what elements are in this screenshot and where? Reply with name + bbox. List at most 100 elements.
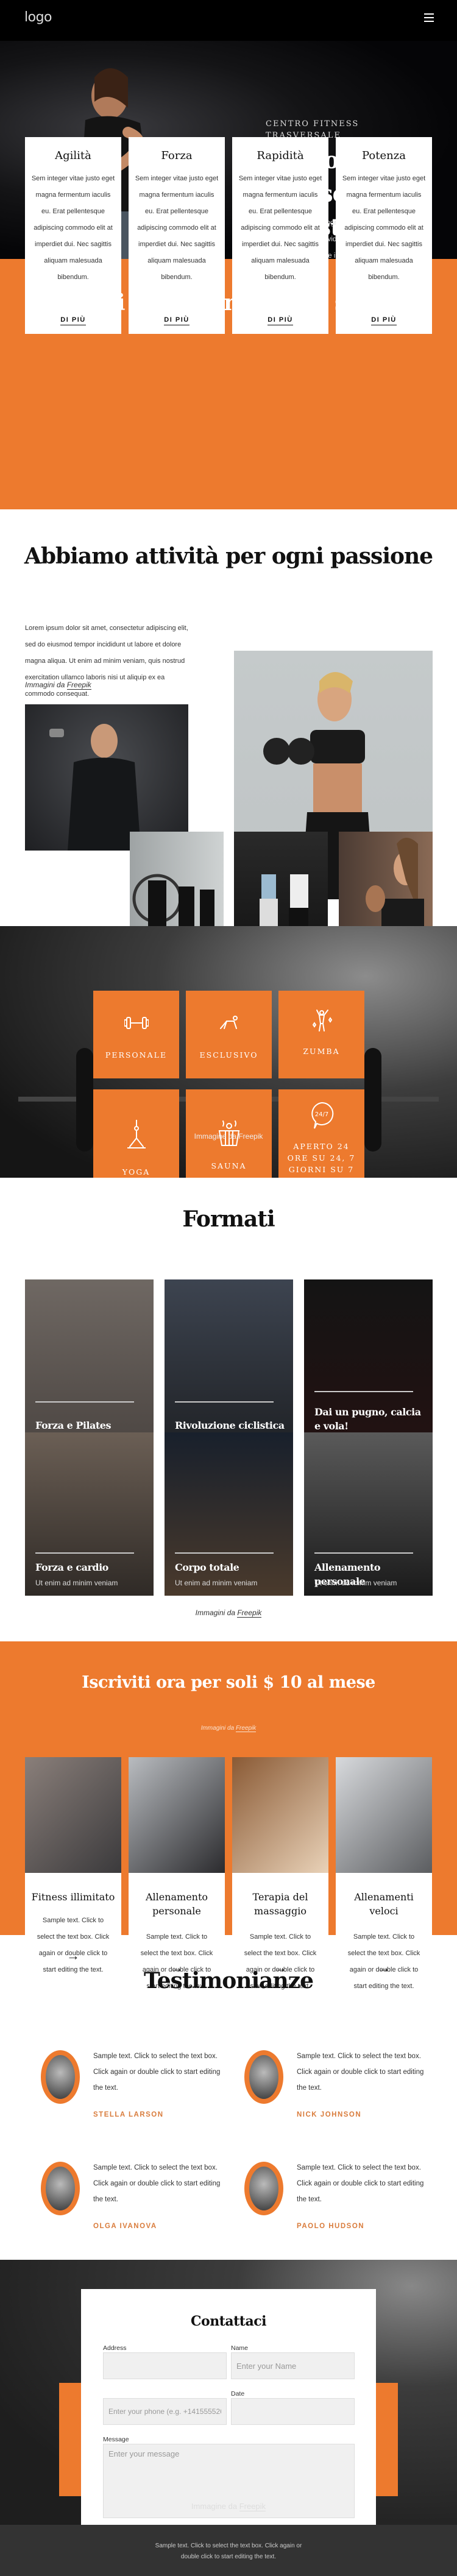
service-label: ESCLUSIVO — [199, 1050, 258, 1060]
phone-field[interactable] — [103, 2398, 227, 2425]
dumbbell-icon — [124, 1017, 149, 1029]
pricing-card-title: Allenamento personale — [145, 1891, 208, 1917]
address-label: Address — [103, 2344, 127, 2352]
service-tile-personale[interactable]: PERSONALE — [93, 991, 179, 1078]
format-title: Rivoluzione ciclistica — [175, 1420, 285, 1431]
learn-more-link[interactable]: DI PIÙ — [371, 316, 397, 325]
testimonial-author: STELLA LARSON — [93, 2111, 164, 2118]
service-label: YOGA — [122, 1167, 151, 1177]
format-title: Forza e cardio — [35, 1562, 108, 1573]
footer-text: Sample text. Click to select the text bo… — [155, 2542, 302, 2560]
contact-image-credit: Immagine da Freepik — [191, 2502, 266, 2511]
pricing-card: Allenamento personale Sample text. Click… — [129, 1757, 225, 1990]
testimonial-text: Sample text. Click to select the text bo… — [297, 2164, 424, 2203]
logo[interactable]: logo — [24, 10, 52, 25]
group-fitness-photo — [25, 1757, 121, 1873]
learn-more-link[interactable]: DI PIÙ — [60, 316, 86, 325]
activities-image-credit: Immagini da Freepik — [25, 681, 91, 690]
pricing-card-title: Fitness illimitato — [31, 1891, 115, 1903]
pricing-card-title: Allenamenti veloci — [354, 1891, 414, 1917]
site-header: logo — [0, 0, 457, 41]
benefit-card: Rapidità Sem integer vitae justo eget ma… — [232, 137, 328, 334]
message-label: Message — [103, 2436, 129, 2443]
avatar — [244, 2050, 283, 2104]
service-label: SAUNA — [211, 1161, 247, 1170]
avatar — [41, 2162, 80, 2215]
service-label: ZUMBA — [303, 1047, 340, 1056]
avatar — [244, 2162, 283, 2215]
service-tile-zumba[interactable]: ZUMBA — [278, 991, 364, 1078]
format-subtitle: Ut enim ad minim veniam — [35, 1579, 118, 1587]
learn-more-link[interactable]: DI PIÙ — [164, 316, 190, 325]
pricing-card: Terapia del massaggio Sample text. Click… — [232, 1757, 328, 1990]
benefit-text: Sem integer vitae justo eget magna ferme… — [238, 175, 322, 281]
freepik-link[interactable]: Freepik — [237, 1608, 262, 1618]
avatar — [41, 2050, 80, 2104]
pricing-card: Fitness illimitato Sample text. Click to… — [25, 1757, 121, 1988]
hamburger-menu-icon[interactable] — [424, 13, 434, 22]
trainer-man-photo — [25, 704, 188, 851]
pricing-card: Allenamenti veloci Sample text. Click to… — [336, 1757, 432, 1990]
benefit-text: Sem integer vitae justo eget magna ferme… — [135, 175, 219, 281]
dancer-icon — [312, 1010, 332, 1031]
testimonial-text: Sample text. Click to select the text bo… — [93, 2053, 221, 2092]
service-tile-esclusivo[interactable]: ESCLUSIVO — [186, 991, 272, 1078]
pushup-icon — [219, 1016, 238, 1029]
benefit-card: Agilità Sem integer vitae justo eget mag… — [25, 137, 121, 334]
freepik-link[interactable]: Freepik — [235, 1725, 257, 1732]
benefit-text: Sem integer vitae justo eget magna ferme… — [31, 175, 115, 281]
format-card[interactable]: Allenamento personale Ut enim ad minim v… — [304, 1432, 433, 1596]
arrow-right-icon[interactable]: → — [25, 1948, 121, 1964]
name-label: Name — [231, 2344, 249, 2352]
activities-text: Lorem ipsum dolor sit amet, consectetur … — [25, 625, 188, 698]
activities-title: Abbiamo attività per ogni passione — [24, 543, 433, 569]
format-title: Forza e Pilates — [35, 1420, 112, 1431]
massage-photo — [232, 1757, 328, 1873]
contact-section: Contattaci Address Name Date Message INV… — [0, 2260, 457, 2525]
format-card[interactable]: Corpo totale Ut enim ad minim veniam — [165, 1432, 293, 1596]
format-card[interactable]: Forza e cardio Ut enim ad minim veniam — [25, 1432, 154, 1596]
treadmill-photo — [336, 1757, 432, 1873]
benefit-title: Forza — [161, 149, 193, 162]
name-field[interactable] — [231, 2352, 355, 2379]
benefit-card: Potenza Sem integer vitae justo eget mag… — [336, 137, 432, 334]
testimonial: Sample text. Click to select the text bo… — [41, 2160, 242, 2233]
format-subtitle: Ut enim ad minim veniam — [314, 1579, 397, 1587]
service-label: PERSONALE — [105, 1050, 168, 1060]
testimonial: Sample text. Click to select the text bo… — [41, 2048, 242, 2121]
pricing-image-credit: Immagini da Freepik — [200, 1725, 257, 1732]
format-title: Corpo totale — [175, 1562, 239, 1573]
freepik-link[interactable]: Freepik — [66, 681, 91, 690]
site-footer: Sample text. Click to select the text bo… — [0, 2525, 457, 2576]
formats-image-credit: Immagini da Freepik — [195, 1608, 262, 1618]
address-field[interactable] — [103, 2352, 227, 2379]
testimonial: Sample text. Click to select the text bo… — [244, 2160, 445, 2233]
testimonial: Sample text. Click to select the text bo… — [244, 2048, 445, 2121]
format-title: Dai un pugno, calcia e vola! — [314, 1406, 421, 1432]
personal-training-photo — [129, 1757, 225, 1873]
benefit-text: Sem integer vitae justo eget magna ferme… — [342, 175, 426, 281]
service-label: APERTO 24 ORE SU 24, 7 GIORNI SU 7 — [287, 1142, 356, 1174]
pricing-card-title: Terapia del massaggio — [252, 1891, 308, 1917]
pricing-title: Iscriviti ora per soli $ 10 al mese — [82, 1673, 375, 1692]
date-field[interactable] — [231, 2398, 355, 2425]
benefit-title: Rapidità — [257, 149, 304, 162]
services-image-credit: Immagine da Freepik — [194, 1132, 263, 1141]
benefit-title: Agilità — [55, 149, 91, 162]
formats-title: Formati — [182, 1206, 275, 1232]
freepik-link[interactable]: Freepik — [238, 1132, 263, 1141]
freepik-link[interactable]: Freepik — [239, 2502, 266, 2511]
contact-form: Contattaci Address Name Date Message INV… — [81, 2289, 376, 2525]
open-24-7-icon: 24/7 — [311, 1102, 333, 1129]
benefit-title: Potenza — [362, 149, 406, 162]
testimonial-text: Sample text. Click to select the text bo… — [297, 2053, 424, 2092]
learn-more-link[interactable]: DI PIÙ — [267, 316, 293, 325]
testimonial-author: PAOLO HUDSON — [297, 2223, 365, 2230]
testimonials-title: Testimonianze — [144, 1968, 314, 1994]
testimonial-author: NICK JOHNSON — [297, 2111, 362, 2118]
benefit-card: Forza Sem integer vitae justo eget magna… — [129, 137, 225, 334]
testimonial-author: OLGA IVANOVA — [93, 2223, 157, 2230]
svg-text:24/7: 24/7 — [314, 1111, 328, 1118]
date-label: Date — [231, 2390, 245, 2397]
services-section: PERSONALE ESCLUSIVO ZUMBA YOGA SAUNA 24/… — [0, 926, 457, 1178]
